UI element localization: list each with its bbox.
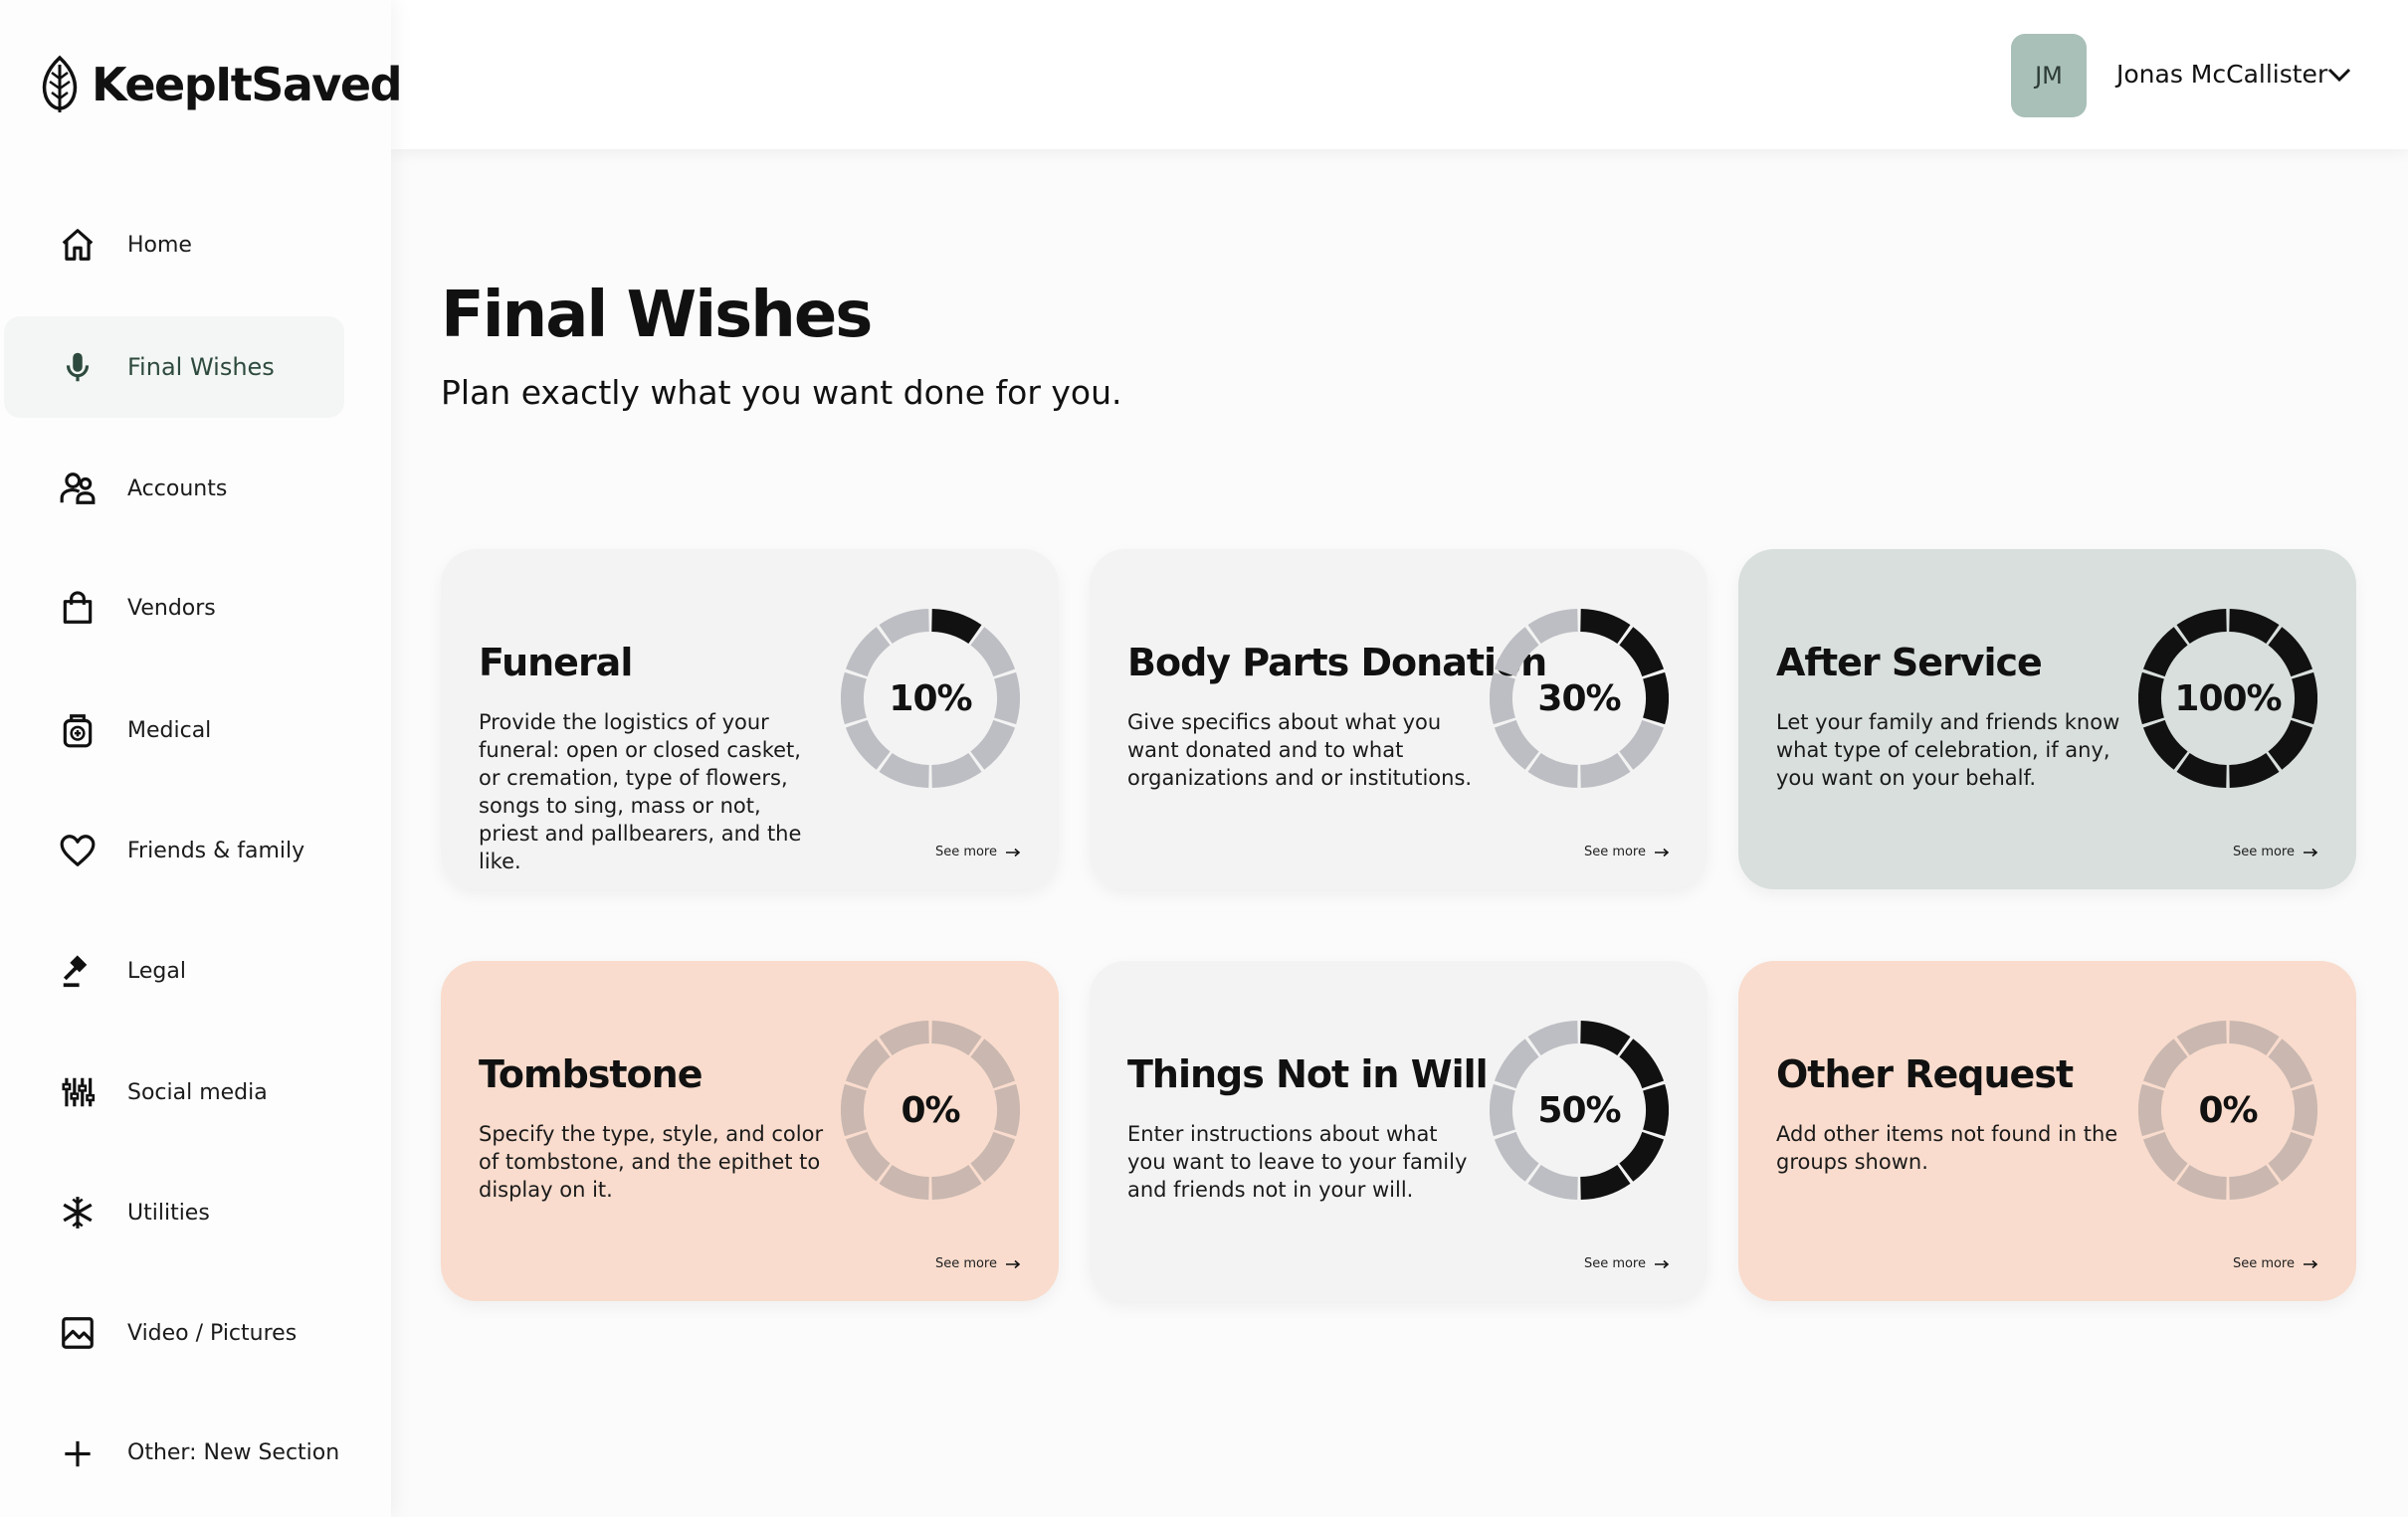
sidebar-item-utilities[interactable]: Utilities [4, 1162, 344, 1263]
card-other-request[interactable]: Other Request Add other items not found … [1738, 961, 2356, 1301]
sidebar-item-friends-family[interactable]: Friends & family [4, 800, 344, 901]
sidebar-item-social-media[interactable]: Social media [4, 1042, 344, 1143]
sidebar-item-other-new-section[interactable]: Other: New Section [4, 1402, 344, 1503]
arrow-right-icon [1655, 1259, 1670, 1268]
accounts-icon [56, 467, 100, 510]
card-description: Add other items not found in the groups … [1776, 1122, 2118, 1174]
sidebar-item-final-wishes[interactable]: Final Wishes [4, 316, 344, 418]
progress-ring: 100% [2138, 599, 2317, 798]
arrow-right-icon [1655, 848, 1670, 856]
see-more-label: See more [1583, 845, 1646, 859]
progress-label: 30% [1537, 677, 1621, 719]
card-description: Specify the type, style, and color of to… [479, 1122, 824, 1202]
user-name[interactable]: Jonas McCallister [2116, 60, 2327, 89]
see-more-label: See more [2232, 1256, 2295, 1271]
see-more-link[interactable]: See more [2233, 1256, 2318, 1271]
page-title: Final Wishes [441, 279, 873, 352]
card-title: Other Request [1776, 1052, 2074, 1096]
sidebar-item-label: Video / Pictures [127, 1320, 298, 1346]
sidebar-item-label: Utilities [127, 1200, 210, 1226]
sidebar: KeepItSaved Home Final Wishes Accounts V… [0, 0, 403, 1517]
sidebar-item-vendors[interactable]: Vendors [4, 557, 344, 659]
sidebar-item-label: Legal [127, 958, 186, 984]
top-bar [391, 0, 2408, 149]
progress-ring: 30% [1490, 599, 1669, 798]
see-more-link[interactable]: See more [2233, 845, 2318, 859]
sidebar-item-label: Medical [127, 717, 212, 743]
sidebar-item-label: Final Wishes [127, 353, 275, 381]
see-more-link[interactable]: See more [1584, 1256, 1670, 1271]
equalizer-icon [56, 1070, 100, 1114]
progress-label: 0% [2198, 1089, 2258, 1131]
see-more-label: See more [2232, 845, 2295, 859]
card-things-not-in-will[interactable]: Things Not in Will Enter instructions ab… [1090, 961, 1707, 1301]
card-after-service[interactable]: After Service Let your family and friend… [1738, 549, 2356, 889]
card-description: Provide the logistics of your funeral: o… [479, 710, 802, 873]
card-title: Tombstone [479, 1052, 702, 1096]
medical-icon [56, 708, 100, 752]
card-tombstone[interactable]: Tombstone Specify the type, style, and c… [441, 961, 1059, 1301]
sidebar-item-label: Vendors [127, 595, 216, 621]
progress-ring: 10% [841, 599, 1020, 798]
arrow-right-icon [2304, 848, 2318, 856]
see-more-link[interactable]: See more [935, 845, 1021, 859]
snowflake-icon [56, 1191, 100, 1234]
page-subtitle: Plan exactly what you want done for you. [441, 373, 1122, 412]
card-title: Funeral [479, 641, 633, 684]
progress-ring: 50% [1490, 1011, 1669, 1210]
chevron-down-icon[interactable] [2324, 60, 2354, 90]
sidebar-item-label: Friends & family [127, 838, 305, 863]
card-body-parts-donation[interactable]: Body Parts Donation Give specifics about… [1090, 549, 1707, 889]
sidebar-item-label: Social media [127, 1079, 268, 1105]
arrow-right-icon [1006, 848, 1021, 856]
card-description: Give specifics about what you want donat… [1127, 710, 1473, 790]
card-description: Let your family and friends know what ty… [1776, 710, 2120, 790]
see-more-link[interactable]: See more [935, 1256, 1021, 1271]
sidebar-item-label: Accounts [127, 475, 228, 501]
sidebar-item-video-pictures[interactable]: Video / Pictures [4, 1282, 344, 1384]
leaf-logo-icon [42, 55, 78, 112]
arrow-right-icon [2304, 1259, 2318, 1268]
plus-icon [56, 1430, 100, 1474]
see-more-label: See more [1583, 1256, 1646, 1271]
sidebar-item-label: Home [127, 232, 192, 258]
arrow-right-icon [1006, 1259, 1021, 1268]
avatar[interactable]: JM [2011, 34, 2087, 117]
see-more-label: See more [934, 845, 997, 859]
progress-ring: 0% [841, 1011, 1020, 1210]
see-more-label: See more [934, 1256, 997, 1271]
card-title: Body Parts Donation [1127, 641, 1547, 684]
progress-label: 10% [889, 677, 972, 719]
sidebar-item-medical[interactable]: Medical [4, 679, 344, 781]
progress-label: 50% [1537, 1089, 1621, 1131]
image-icon [56, 1311, 100, 1355]
progress-label: 100% [2174, 677, 2282, 719]
sidebar-item-legal[interactable]: Legal [4, 920, 344, 1022]
logo[interactable]: KeepItSaved [38, 55, 403, 114]
card-description: Enter instructions about what you want t… [1127, 1122, 1468, 1202]
shopping-bag-icon [56, 586, 100, 630]
sidebar-item-label: Other: New Section [127, 1439, 340, 1465]
heart-icon [56, 829, 100, 872]
card-title: After Service [1776, 641, 2043, 684]
sidebar-item-accounts[interactable]: Accounts [4, 438, 344, 539]
card-title: Things Not in Will [1127, 1052, 1489, 1096]
progress-ring: 0% [2138, 1011, 2317, 1210]
sidebar-item-home[interactable]: Home [4, 194, 344, 295]
microphone-icon [56, 345, 100, 389]
progress-label: 0% [901, 1089, 960, 1131]
see-more-link[interactable]: See more [1584, 845, 1670, 859]
gavel-icon [56, 949, 100, 993]
logo-text: KeepItSaved [92, 58, 403, 111]
card-funeral[interactable]: Funeral Provide the logistics of your fu… [441, 549, 1059, 889]
home-icon [56, 223, 100, 267]
